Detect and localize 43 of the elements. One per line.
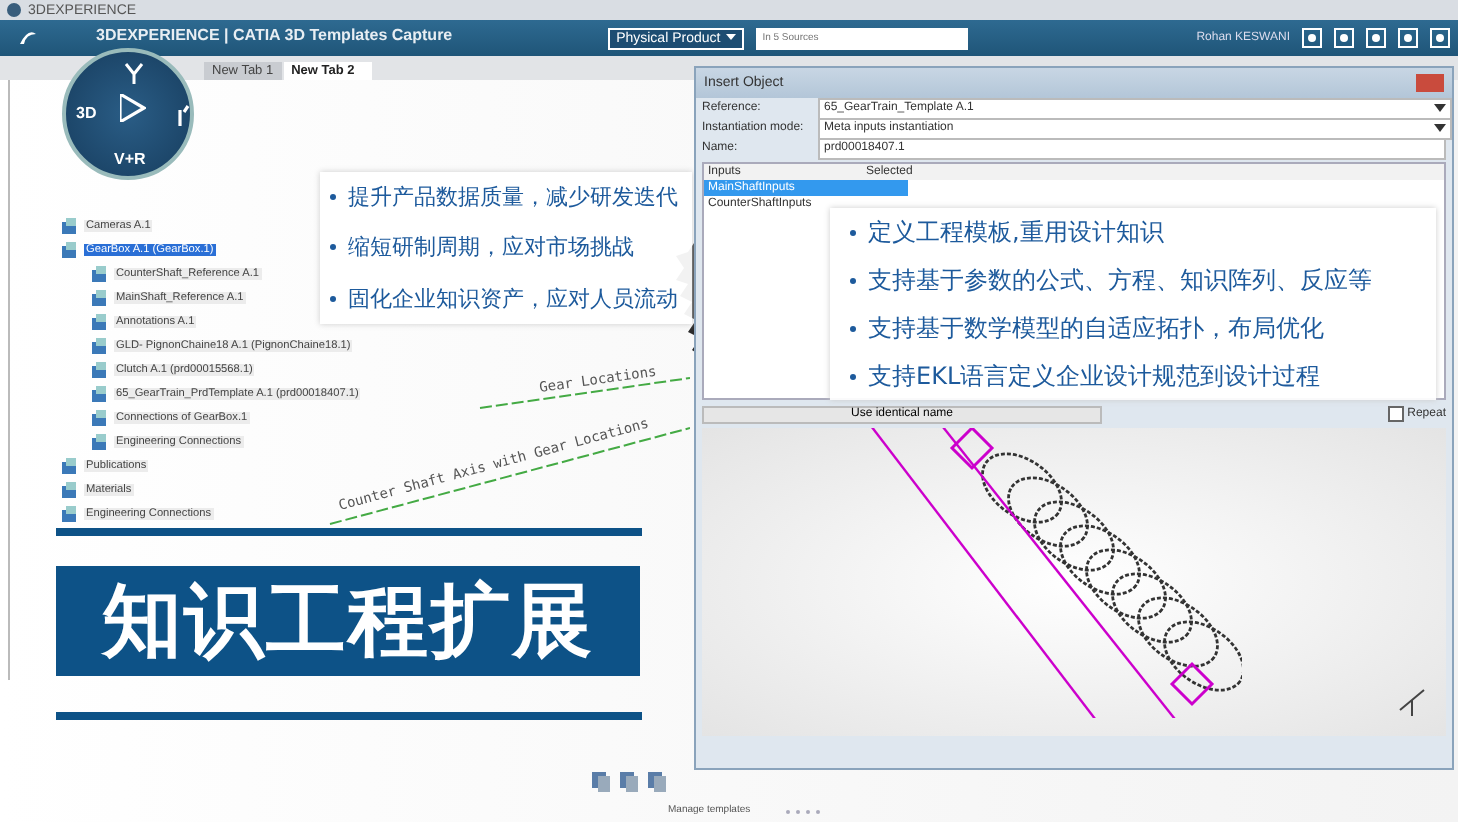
banner-title: 知识工程扩展 bbox=[56, 566, 640, 676]
highlight-text: 支持EKL语言定义企业设计规范到设计过程 bbox=[868, 359, 1321, 393]
copy-icon[interactable] bbox=[618, 770, 640, 794]
node-icon bbox=[60, 505, 78, 523]
compass-label[interactable]: 3D bbox=[76, 104, 97, 122]
highlight-text: 支持基于参数的公式、方程、知识阵列、反应等 bbox=[868, 263, 1372, 297]
bullet-icon bbox=[330, 295, 336, 302]
app-header-title: 3DEXPERIENCE | CATIA 3D Templates Capture bbox=[96, 26, 453, 44]
play-icon[interactable] bbox=[120, 94, 146, 122]
highlight-text: 固化企业知识资产，应对人员流动 bbox=[348, 283, 678, 314]
info-icon[interactable] bbox=[176, 104, 192, 128]
node-icon bbox=[90, 433, 108, 451]
node-icon bbox=[60, 457, 78, 475]
node-icon bbox=[90, 265, 108, 283]
bullet-icon bbox=[850, 229, 856, 235]
node-icon bbox=[90, 385, 108, 403]
3d-viewport[interactable] bbox=[702, 428, 1446, 736]
social-icon[interactable] bbox=[124, 62, 144, 86]
caret-icon[interactable] bbox=[726, 34, 737, 41]
highlight-text: 支持基于数学模型的自适应拓扑，布局优化 bbox=[868, 311, 1324, 345]
logo-icon bbox=[16, 26, 40, 46]
bullet-icon bbox=[330, 244, 336, 251]
highlight-text: 定义工程模板,重用设计知识 bbox=[868, 215, 1164, 249]
bullet-icon bbox=[330, 194, 336, 201]
compass-widget[interactable]: 3D V+R bbox=[62, 48, 194, 180]
repeat-checkbox[interactable] bbox=[1387, 406, 1404, 422]
node-icon bbox=[90, 337, 108, 355]
node-icon bbox=[90, 361, 108, 379]
highlight-text: 提升产品数据质量，减少研发迭代 bbox=[348, 182, 678, 213]
compass-label[interactable]: V+R bbox=[114, 150, 146, 168]
bullet-icon bbox=[850, 325, 856, 331]
bullet-icon bbox=[850, 373, 856, 379]
paste-icon[interactable] bbox=[646, 770, 668, 794]
node-icon bbox=[60, 481, 78, 499]
app-icon bbox=[6, 2, 22, 18]
axis-triad-icon bbox=[1398, 688, 1426, 716]
highlight-text: 缩短研制周期，应对市场挑战 bbox=[348, 232, 634, 263]
bullet-icon bbox=[850, 277, 856, 283]
node-icon bbox=[90, 313, 108, 331]
node-icon bbox=[60, 241, 78, 259]
node-icon bbox=[90, 289, 108, 307]
node-icon bbox=[90, 409, 108, 427]
node-icon bbox=[60, 217, 78, 235]
